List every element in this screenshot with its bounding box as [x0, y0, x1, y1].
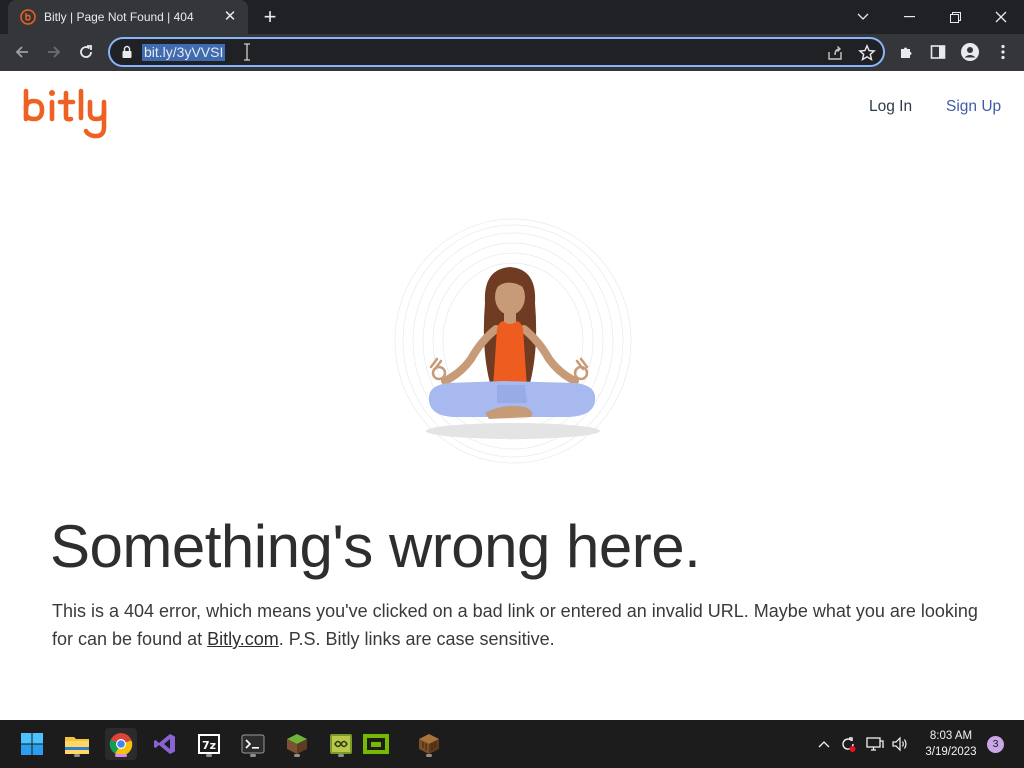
bitly-home-link[interactable]: Bitly.com: [207, 629, 279, 649]
share-icon[interactable]: [826, 44, 844, 62]
text-cursor-icon: [244, 43, 250, 61]
tab-close-icon[interactable]: ✕: [222, 9, 238, 25]
game-icon[interactable]: [325, 728, 357, 760]
crafting-table-icon[interactable]: [413, 728, 445, 760]
back-icon[interactable]: [8, 38, 36, 66]
terminal-icon[interactable]: [237, 728, 269, 760]
clock-date: 3/19/2023: [925, 746, 977, 758]
chrome-icon[interactable]: [105, 728, 137, 760]
bookmark-star-icon[interactable]: [858, 44, 876, 62]
taskbar: 7z 8:03 AM 3/19/2023 3: [0, 720, 1024, 768]
lock-icon[interactable]: [120, 45, 134, 59]
restore-icon[interactable]: [932, 0, 978, 34]
browser-toolbar: bit.ly/3yVVSI: [0, 34, 1024, 71]
forward-icon[interactable]: [40, 38, 68, 66]
svg-text:7z: 7z: [202, 739, 216, 752]
signup-link[interactable]: Sign Up: [946, 98, 1001, 116]
login-link[interactable]: Log In: [869, 98, 912, 116]
start-icon[interactable]: [16, 728, 48, 760]
system-clock[interactable]: 8:03 AM 3/19/2023: [916, 728, 986, 760]
tab-search-icon[interactable]: [840, 0, 886, 34]
web-page: bitly Log In Sign Up: [0, 71, 1024, 720]
error-description-note: . P.S. Bitly links are case sensitive.: [278, 629, 555, 649]
network-icon[interactable]: [865, 734, 885, 754]
nvidia-icon[interactable]: [360, 728, 392, 760]
side-panel-icon[interactable]: [929, 43, 947, 61]
error-headline: Something's wrong here.: [50, 513, 701, 580]
error-description: This is a 404 error, which means you've …: [52, 597, 982, 653]
tab-strip: Bitly | Page Not Found | 404 ✕ +: [0, 0, 1024, 34]
close-window-icon[interactable]: [978, 0, 1024, 34]
meditating-woman-illustration: [394, 218, 632, 464]
show-hidden-icons-chevron-icon[interactable]: [814, 734, 834, 754]
file-explorer-icon[interactable]: [61, 728, 93, 760]
bitly-logo[interactable]: bitly: [22, 87, 118, 143]
volume-icon[interactable]: [890, 734, 910, 754]
clock-time: 8:03 AM: [929, 730, 973, 742]
address-bar[interactable]: bit.ly/3yVVSI: [108, 37, 885, 67]
profile-icon[interactable]: [961, 43, 979, 61]
minecraft-icon[interactable]: [281, 728, 313, 760]
7zip-icon[interactable]: 7z: [193, 728, 225, 760]
sync-icon[interactable]: [838, 734, 858, 754]
minimize-icon[interactable]: [886, 0, 932, 34]
browser-tab[interactable]: Bitly | Page Not Found | 404 ✕: [8, 0, 248, 34]
tab-title: Bitly | Page Not Found | 404: [44, 10, 194, 24]
reload-icon[interactable]: [72, 38, 100, 66]
new-tab-button[interactable]: +: [258, 6, 282, 28]
extensions-icon[interactable]: [897, 43, 915, 61]
notification-badge[interactable]: 3: [987, 736, 1004, 753]
visual-studio-icon[interactable]: [149, 728, 181, 760]
kebab-menu-icon[interactable]: [994, 43, 1012, 61]
bitly-favicon-icon: [20, 9, 36, 25]
url-text[interactable]: bit.ly/3yVVSI: [142, 44, 226, 61]
